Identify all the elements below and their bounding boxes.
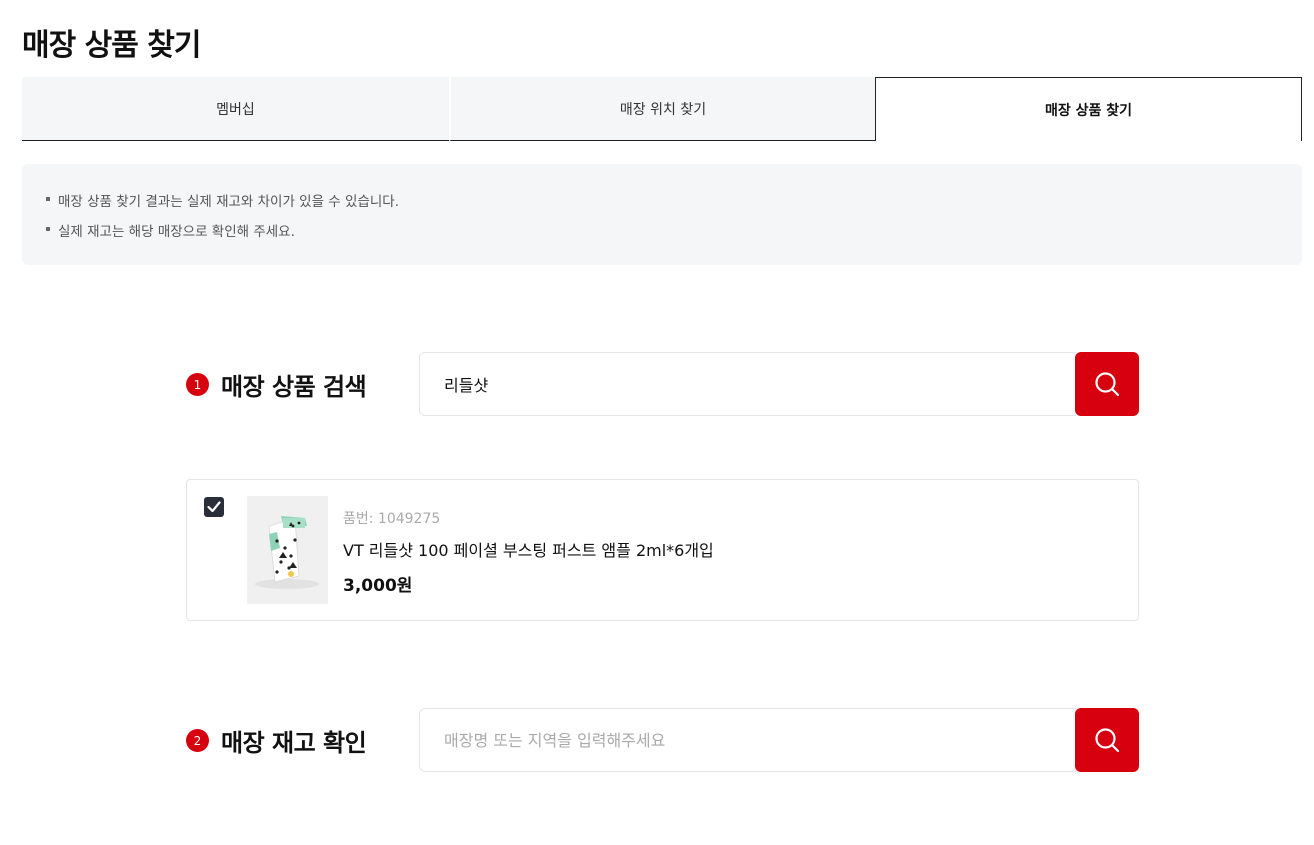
product-search-button[interactable] [1075, 352, 1139, 416]
tab-membership[interactable]: 멤버십 [22, 77, 449, 141]
product-checkbox[interactable] [204, 497, 224, 517]
product-search-box [419, 352, 1139, 416]
stock-search-title: 매장 재고 확인 [221, 729, 367, 757]
step-number-badge: 1 [186, 373, 209, 396]
product-code: 품번: 1049275 [343, 511, 441, 527]
store-search-input[interactable] [419, 708, 1076, 772]
product-search-input[interactable] [419, 352, 1076, 416]
notice-item: 매장 상품 찾기 결과는 실제 재고와 차이가 있을 수 있습니다. [46, 190, 1278, 220]
step-number-badge: 2 [186, 729, 209, 752]
product-price: 3,000원 [343, 576, 413, 596]
notice-text: 매장 상품 찾기 결과는 실제 재고와 차이가 있을 수 있습니다. [58, 194, 399, 210]
notice-box: 매장 상품 찾기 결과는 실제 재고와 차이가 있을 수 있습니다. 실제 재고… [22, 164, 1302, 265]
search-icon [1095, 728, 1120, 753]
tab-store-location[interactable]: 매장 위치 찾기 [449, 77, 875, 141]
page-title: 매장 상품 찾기 [22, 28, 201, 63]
stock-search-box [419, 708, 1139, 772]
tab-store-product[interactable]: 매장 상품 찾기 [875, 77, 1302, 141]
stock-search-label: 2 매장 재고 확인 [186, 723, 367, 758]
store-search-button[interactable] [1075, 708, 1139, 772]
search-icon [1095, 372, 1120, 397]
check-icon [207, 501, 221, 513]
notice-text: 실제 재고는 해당 매장으로 확인해 주세요. [58, 224, 295, 240]
product-image [247, 496, 328, 604]
product-info: 품번: 1049275 VT 리들샷 100 페이셜 부스팅 퍼스트 앰플 2m… [343, 508, 714, 596]
product-name: VT 리들샷 100 페이셜 부스팅 퍼스트 앰플 2ml*6개입 [343, 541, 714, 560]
product-result-card[interactable]: 품번: 1049275 VT 리들샷 100 페이셜 부스팅 퍼스트 앰플 2m… [186, 479, 1139, 621]
product-search-title: 매장 상품 검색 [221, 373, 367, 401]
notice-item: 실제 재고는 해당 매장으로 확인해 주세요. [46, 220, 1278, 250]
product-search-label: 1 매장 상품 검색 [186, 367, 367, 402]
tab-bar: 멤버십 매장 위치 찾기 매장 상품 찾기 [22, 77, 1302, 141]
bullet-icon [46, 197, 50, 201]
bullet-icon [46, 227, 50, 231]
